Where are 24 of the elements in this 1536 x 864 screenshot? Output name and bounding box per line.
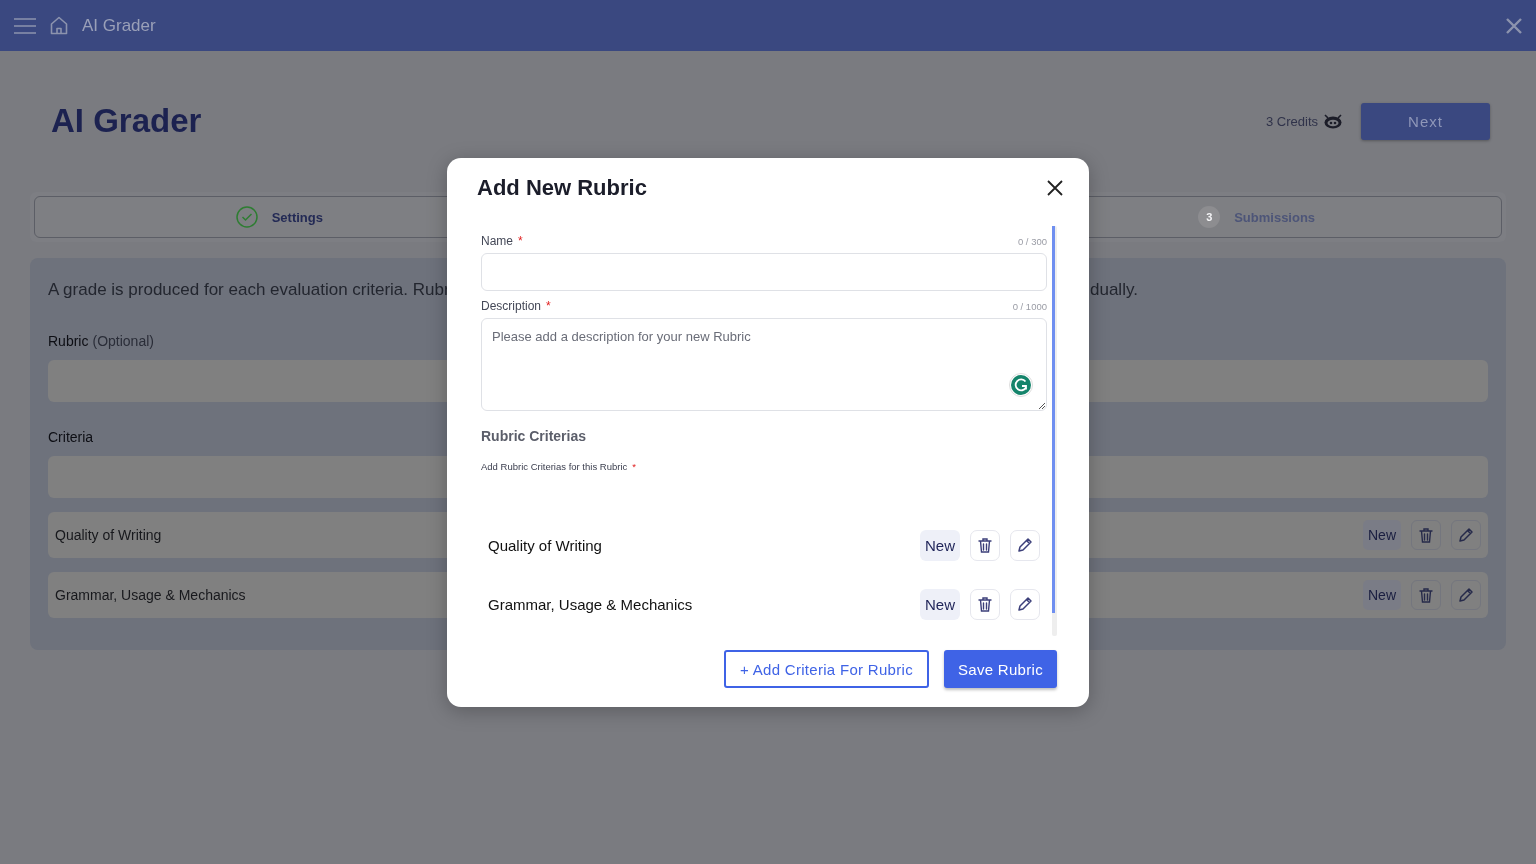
status-tag: New — [1363, 580, 1401, 610]
section-title: Rubric Criterias — [481, 428, 588, 444]
optional-hint: (Optional) — [92, 333, 154, 349]
status-tag: New — [920, 529, 960, 561]
description-text: dually. — [1090, 280, 1138, 300]
description-text: A grade is produced for each evaluation criteria. Rubr — [48, 280, 447, 300]
page-title: AI Grader — [51, 102, 203, 140]
criteria-name: Grammar, Usage & Mechanics — [55, 587, 246, 603]
field-label: Name * — [481, 234, 523, 248]
criteria-name: Grammar, Usage & Mechanics — [488, 595, 693, 613]
dialog-title: Add New Rubric — [477, 175, 647, 201]
character-counter: 0 / 300 — [1017, 236, 1047, 247]
criteria-name: Quality of Writing — [55, 527, 162, 543]
app-title: AI Grader — [82, 15, 156, 36]
section-hint: Add Rubric Criterias for this Rubric * — [481, 461, 637, 472]
field-label: Criteria — [48, 429, 94, 445]
status-tag: New — [920, 588, 960, 620]
step-number: 3 — [1198, 206, 1221, 228]
character-counter: 0 / 1000 — [1012, 301, 1047, 312]
field-label: Description * — [481, 299, 551, 313]
criteria-name: Quality of Writing — [488, 536, 602, 554]
status-tag: New — [1363, 520, 1401, 550]
field-label: Rubric — [48, 333, 89, 349]
credits-count: 3 Credits — [1265, 113, 1318, 129]
